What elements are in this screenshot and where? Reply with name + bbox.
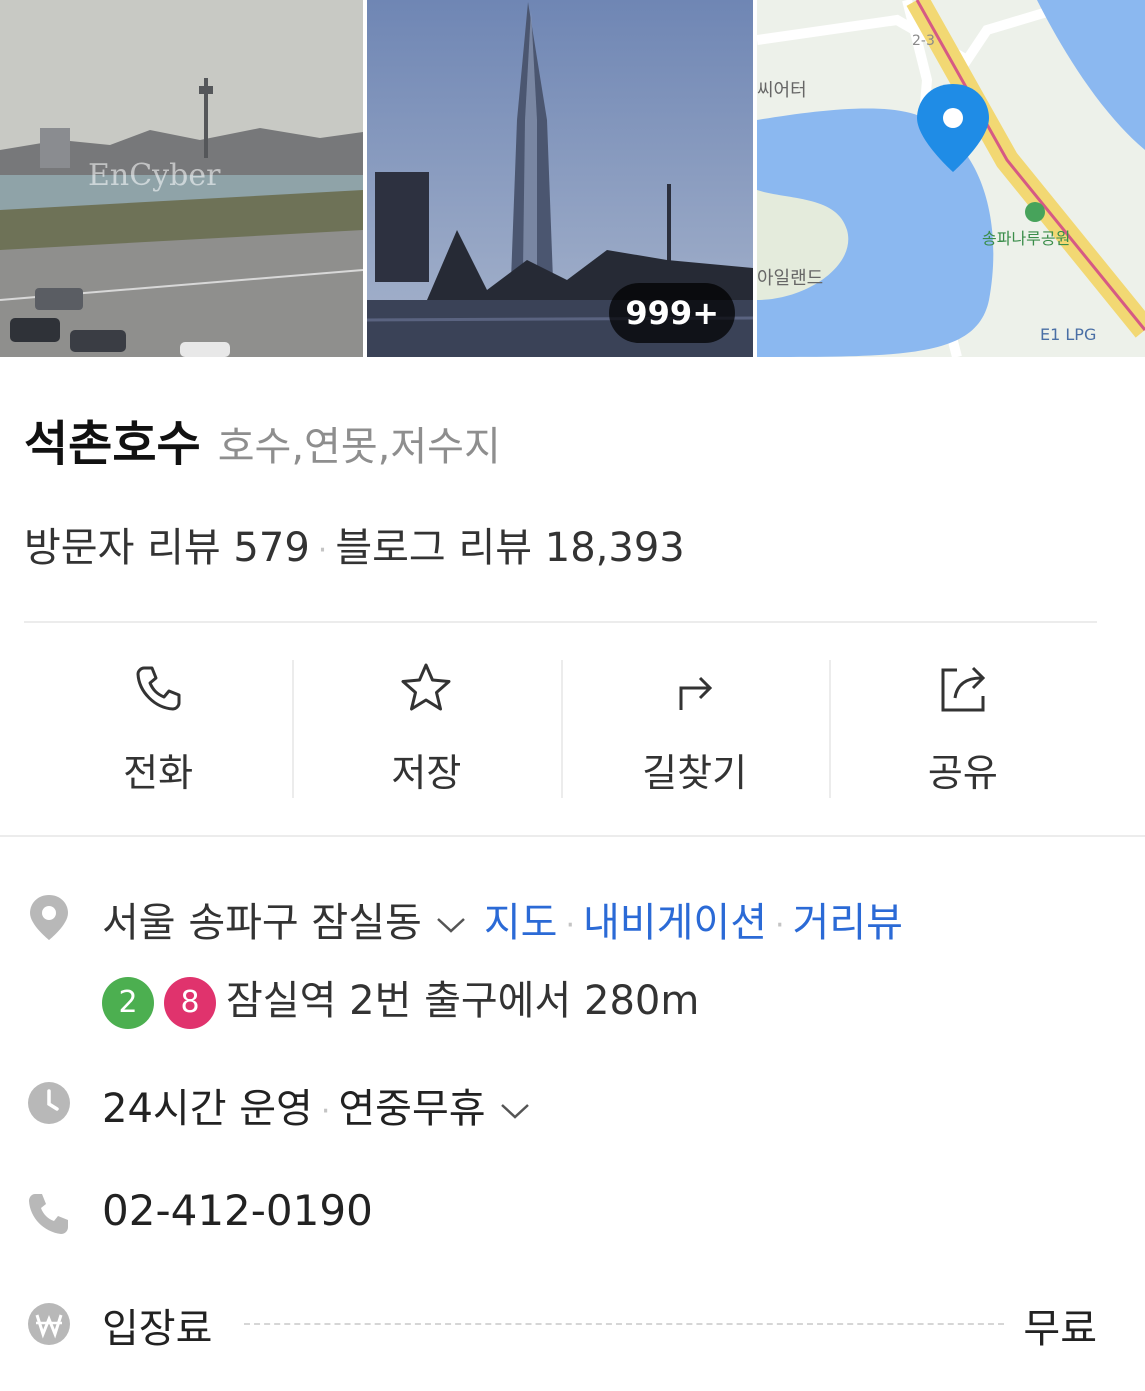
share-button[interactable]: 공유 [828,660,1097,800]
subway-info: 2 8 잠실역 2번 출구에서 280m [102,968,699,1029]
subway-line-8-badge: 8 [164,977,216,1029]
street-view-link[interactable]: 거리뷰 [793,900,903,946]
subway-distance-text: 잠실역 2번 출구에서 280m [226,978,700,1024]
phone-icon [29,1194,68,1234]
lake-photo-2[interactable]: 999+ [367,0,753,357]
svg-text:E1 LPG: E1 LPG [1040,325,1096,344]
watermark: EnCyber [88,158,221,193]
fee-value: 무료 [1023,1306,1097,1352]
address-row: 서울 송파구 잠실동 지도 · 내비게이션 · 거리뷰 [102,900,903,946]
blog-review-link[interactable]: 블로그 리뷰 18,393 [335,525,684,571]
save-button[interactable]: 저장 [292,660,560,800]
call-label: 전화 [123,751,194,795]
divider [24,621,1097,623]
map-thumbnail[interactable]: 2-3 씨어터 송파나루공원 아일랜드 E1 LPG [757,0,1145,357]
fee-label: 입장료 [102,1306,213,1352]
map-link[interactable]: 지도 [484,900,558,946]
dotted-leader [244,1323,1004,1325]
hours-row[interactable]: 24시간 운영 · 연중무휴 [102,1076,548,1134]
svg-text:송파나루공원: 송파나루공원 [982,229,1070,248]
share-label: 공유 [927,751,998,795]
directions-label: 길찾기 [642,751,748,795]
photo-gallery: EnCyber 999+ 2-3 씨어터 송파나루공원 아일랜드 E1 LPG [0,0,1145,357]
navigation-link[interactable]: 내비게이션 [583,900,767,946]
visitor-review-link[interactable]: 방문자 리뷰 579 [24,525,310,571]
review-summary: 방문자 리뷰 579 · 블로그 리뷰 18,393 [24,525,685,571]
save-label: 저장 [391,751,462,795]
subway-line-2-badge: 2 [102,977,154,1029]
map-image: 2-3 씨어터 송파나루공원 아일랜드 E1 LPG [757,0,1145,357]
star-icon [401,663,451,711]
photo-count-badge[interactable]: 999+ [609,283,735,343]
svg-text:2-3: 2-3 [912,33,935,49]
svg-text:아일랜드: 아일랜드 [757,268,823,289]
chevron-down-icon[interactable] [500,1101,530,1121]
address-text[interactable]: 서울 송파구 잠실동 [102,900,422,946]
share-icon [941,666,985,712]
call-button[interactable]: 전화 [24,660,292,800]
directions-button[interactable]: 길찾기 [560,660,829,800]
holiday-text: 연중무휴 [338,1086,486,1132]
lake-park-image: EnCyber [0,0,363,357]
place-title-row: 석촌호수 호수,연못,저수지 [24,404,501,474]
hours-text: 24시간 운영 [102,1086,313,1132]
map-pin-icon [30,895,68,940]
turn-arrow-icon [679,676,712,710]
phone-icon [136,666,181,711]
phone-number[interactable]: 02-412-0190 [102,1186,373,1235]
divider [0,835,1145,837]
park-icon [1025,202,1045,222]
lake-photo-1[interactable]: EnCyber [0,0,363,357]
svg-text:씨어터: 씨어터 [757,80,807,101]
won-icon [28,1303,70,1345]
action-bar: 전화 저장 길찾기 공유 [24,660,1097,800]
clock-icon [28,1082,70,1124]
place-category: 호수,연못,저수지 [217,424,501,470]
chevron-down-icon[interactable] [436,915,466,935]
place-name: 석촌호수 [24,416,201,472]
